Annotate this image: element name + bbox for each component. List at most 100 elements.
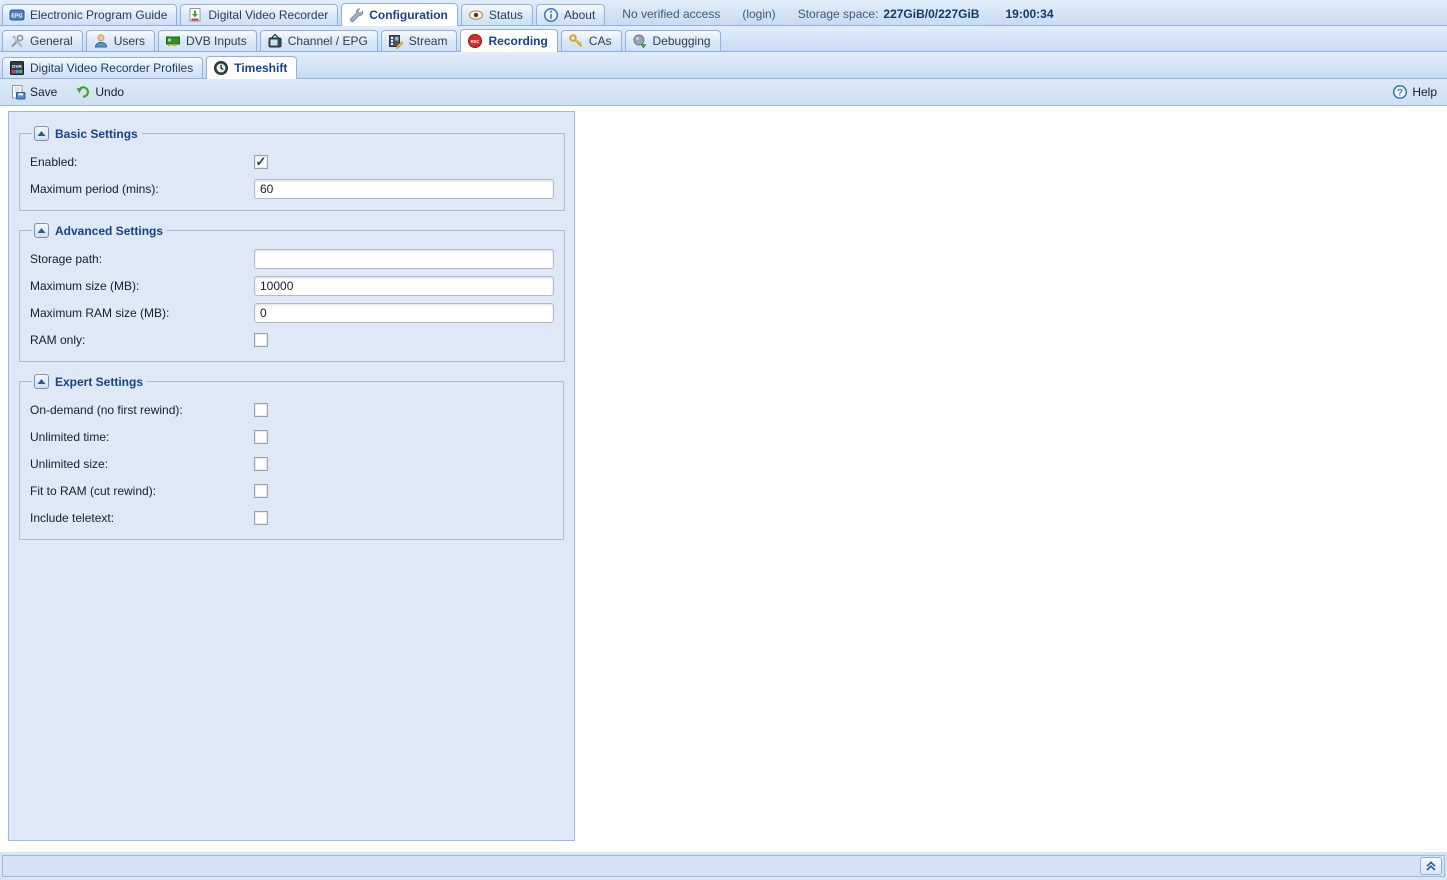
tab-label: CAs xyxy=(589,34,612,48)
main-tabbar: EPG Electronic Program Guide Digital Vid… xyxy=(0,0,1447,26)
tab-label: Users xyxy=(114,34,145,48)
undo-button[interactable]: Undo xyxy=(71,82,128,102)
undo-button-label: Undo xyxy=(95,85,124,99)
field-unlimited-time: Unlimited time: xyxy=(30,427,553,447)
field-storage-path: Storage path: xyxy=(30,249,554,269)
tab-cas[interactable]: CAs xyxy=(561,30,622,51)
film-strip-icon xyxy=(388,33,404,49)
field-label: Unlimited time: xyxy=(30,430,254,444)
tab-about[interactable]: About xyxy=(536,4,605,25)
svg-text:DVR: DVR xyxy=(12,64,22,69)
timeshift-form-panel: Basic Settings Enabled: Maximum period (… xyxy=(8,111,575,841)
tab-recording[interactable]: REC Recording xyxy=(460,29,557,52)
key-icon xyxy=(568,33,584,49)
save-button[interactable]: Save xyxy=(6,82,61,102)
tab-general[interactable]: General xyxy=(2,30,83,51)
basic-settings-collapse-button[interactable] xyxy=(34,126,49,141)
basic-settings-fieldset: Basic Settings Enabled: Maximum period (… xyxy=(19,126,565,211)
statusbar-expand-button[interactable] xyxy=(1420,857,1442,875)
wrench-icon xyxy=(348,7,364,23)
save-icon xyxy=(10,84,26,100)
help-button[interactable]: ? Help xyxy=(1388,82,1441,102)
field-label: Fit to RAM (cut rewind): xyxy=(30,484,254,498)
clock-icon xyxy=(213,60,229,76)
main-content-area: Basic Settings Enabled: Maximum period (… xyxy=(0,106,1447,852)
field-maximum-ram-size: Maximum RAM size (MB): xyxy=(30,303,554,323)
tools-icon xyxy=(9,33,25,49)
tab-users[interactable]: Users xyxy=(86,30,155,51)
login-link[interactable]: (login) xyxy=(742,7,775,21)
field-label: Maximum size (MB): xyxy=(30,279,254,293)
tab-label: Timeshift xyxy=(234,61,287,75)
field-label: Maximum period (mins): xyxy=(30,182,254,196)
dvr-profiles-icon: DVR xyxy=(9,60,25,76)
dvb-card-icon xyxy=(165,33,181,49)
bottom-statusbar xyxy=(2,855,1445,877)
access-status-text: No verified access xyxy=(622,7,720,21)
tab-label: Digital Video Recorder Profiles xyxy=(30,61,193,75)
tab-label: DVB Inputs xyxy=(186,34,247,48)
include-teletext-checkbox[interactable] xyxy=(254,511,268,525)
field-enabled: Enabled: xyxy=(30,152,554,172)
expert-settings-legend: Expert Settings xyxy=(32,374,147,389)
double-chevron-up-icon xyxy=(1425,860,1437,872)
ram-only-checkbox[interactable] xyxy=(254,333,268,347)
clock-text: 19:00:34 xyxy=(1005,7,1053,21)
field-label: RAM only: xyxy=(30,333,254,347)
recording-tabbar: DVR Digital Video Recorder Profiles Time… xyxy=(0,52,1447,79)
enabled-checkbox[interactable] xyxy=(254,155,268,169)
maximum-size-input[interactable] xyxy=(254,276,554,296)
epg-icon: EPG xyxy=(9,7,25,23)
tab-dvr-profiles[interactable]: DVR Digital Video Recorder Profiles xyxy=(2,57,203,78)
tab-label: Stream xyxy=(409,34,448,48)
tab-channel-epg[interactable]: Channel / EPG xyxy=(260,30,378,51)
header-status-area: No verified access (login) Storage space… xyxy=(622,7,1053,21)
rec-icon: REC xyxy=(467,33,483,49)
field-label: Maximum RAM size (MB): xyxy=(30,306,254,320)
tab-label: General xyxy=(30,34,73,48)
maximum-period-input[interactable] xyxy=(254,179,554,199)
advanced-settings-collapse-button[interactable] xyxy=(34,223,49,238)
timeshift-toolbar: Save Undo ? Help xyxy=(0,79,1447,106)
legend-text: Expert Settings xyxy=(55,375,143,389)
user-icon xyxy=(93,33,109,49)
field-label: On-demand (no first rewind): xyxy=(30,403,254,417)
field-maximum-period: Maximum period (mins): xyxy=(30,179,554,199)
storage-space-value: 227GiB/0/227GiB xyxy=(883,7,979,21)
tab-stream[interactable]: Stream xyxy=(381,30,458,51)
info-icon xyxy=(543,7,559,23)
tab-label: Digital Video Recorder xyxy=(208,8,328,22)
unlimited-time-checkbox[interactable] xyxy=(254,430,268,444)
eye-icon xyxy=(468,7,484,23)
field-include-teletext: Include teletext: xyxy=(30,508,553,528)
tab-timeshift[interactable]: Timeshift xyxy=(206,56,297,79)
collapse-triangle-icon xyxy=(37,226,46,235)
tab-dvb-inputs[interactable]: DVB Inputs xyxy=(158,30,257,51)
legend-text: Basic Settings xyxy=(55,127,138,141)
configuration-tabbar: General Users DVB Inputs Channel / EPG S… xyxy=(0,26,1447,52)
tab-configuration[interactable]: Configuration xyxy=(341,3,458,26)
maximum-ram-size-input[interactable] xyxy=(254,303,554,323)
on-demand-checkbox[interactable] xyxy=(254,403,268,417)
svg-text:REC: REC xyxy=(471,38,480,43)
fit-to-ram-checkbox[interactable] xyxy=(254,484,268,498)
advanced-settings-fieldset: Advanced Settings Storage path: Maximum … xyxy=(19,223,565,362)
save-button-label: Save xyxy=(30,85,57,99)
field-maximum-size: Maximum size (MB): xyxy=(30,276,554,296)
collapse-triangle-icon xyxy=(37,129,46,138)
tab-status[interactable]: Status xyxy=(461,4,533,25)
field-unlimited-size: Unlimited size: xyxy=(30,454,553,474)
tab-digital-video-recorder[interactable]: Digital Video Recorder xyxy=(180,4,338,25)
tab-electronic-program-guide[interactable]: EPG Electronic Program Guide xyxy=(2,4,177,25)
help-icon: ? xyxy=(1392,84,1408,100)
unlimited-size-checkbox[interactable] xyxy=(254,457,268,471)
tab-debugging[interactable]: Debugging xyxy=(625,30,721,51)
storage-path-input[interactable] xyxy=(254,249,554,269)
expert-settings-collapse-button[interactable] xyxy=(34,374,49,389)
tab-label: Electronic Program Guide xyxy=(30,8,167,22)
svg-text:?: ? xyxy=(1397,88,1403,99)
legend-text: Advanced Settings xyxy=(55,224,163,238)
tv-icon xyxy=(267,33,283,49)
field-label: Storage path: xyxy=(30,252,254,266)
tab-label: Debugging xyxy=(653,34,711,48)
